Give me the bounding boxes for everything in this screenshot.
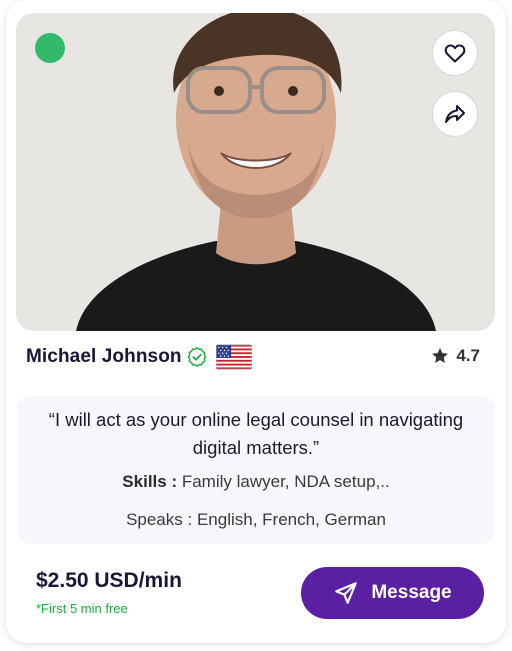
free-note: *First 5 min free — [36, 601, 128, 616]
profile-photo[interactable] — [16, 13, 495, 331]
speaks-label: Speaks : — [126, 510, 193, 529]
favorite-button[interactable] — [432, 30, 478, 76]
price: $2.50 USD/min — [36, 569, 182, 592]
verified-badge-icon — [187, 346, 207, 368]
heart-icon — [444, 44, 466, 63]
send-icon — [335, 582, 358, 604]
profile-card: Michael Johnson 4.7 “I will act as your … — [6, 0, 506, 643]
online-status-dot — [35, 33, 65, 63]
star-icon — [432, 348, 449, 363]
speaks-value: English, French, German — [196, 510, 386, 529]
profile-name: Michael Johnson — [26, 346, 182, 367]
skills-line: Skills : Family lawyer, NDA setup,.. — [17, 472, 495, 492]
skills-value: Family lawyer, NDA setup,.. — [181, 472, 390, 491]
portrait-image — [16, 13, 495, 331]
message-button[interactable]: Message — [301, 567, 484, 619]
us-flag-icon — [215, 344, 252, 370]
info-box: “I will act as your online legal counsel… — [17, 396, 495, 544]
speaks-line: Speaks : English, French, German — [17, 510, 495, 530]
message-button-label: Message — [371, 582, 452, 603]
share-button[interactable] — [432, 91, 478, 137]
share-icon — [445, 105, 465, 123]
rating-value: 4.7 — [456, 346, 480, 365]
profile-quote: “I will act as your online legal counsel… — [48, 409, 464, 458]
skills-label: Skills : — [122, 472, 178, 491]
name-row: Michael Johnson — [26, 340, 252, 374]
rating: 4.7 — [430, 346, 480, 366]
